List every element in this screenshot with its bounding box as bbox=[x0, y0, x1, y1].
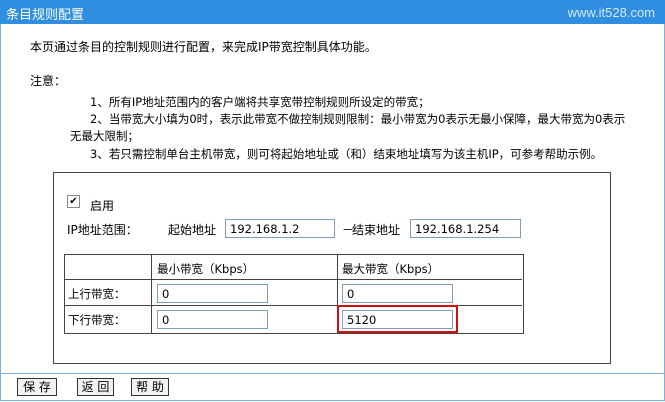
notice-item-1: 1、所有IP地址范围内的客户端将共享宽带控制规则所设定的带宽； bbox=[90, 95, 430, 109]
back-button[interactable]: 返 回 bbox=[77, 378, 114, 396]
header-max-bandwidth: 最大带宽（Kbps） bbox=[342, 262, 440, 276]
ip-range-label: IP地址范围： bbox=[67, 223, 138, 237]
highlight-box bbox=[337, 305, 458, 333]
header-min-bandwidth: 最小带宽（Kbps） bbox=[157, 262, 255, 276]
intro-text: 本页通过条目的控制规则进行配置，来完成IP带宽控制具体功能。 bbox=[30, 40, 377, 54]
title-bar: 条目规则配置 www.it528.com bbox=[0, 0, 665, 24]
upstream-label: 上行带宽： bbox=[68, 287, 126, 301]
notice-item-2: 2、当带宽大小填为0时，表示此带宽不做控制规则限制：最小带宽为0表示无最小保障，… bbox=[90, 112, 626, 126]
watermark: www.it528.com bbox=[567, 5, 655, 20]
downstream-label: 下行带宽： bbox=[68, 313, 126, 327]
downstream-min-input[interactable] bbox=[157, 310, 268, 329]
notice-item-2-continued: 无最大限制； bbox=[70, 129, 139, 143]
help-button[interactable]: 帮 助 bbox=[131, 378, 169, 396]
table-divider bbox=[64, 279, 522, 280]
table-divider bbox=[151, 254, 152, 333]
start-address-label: 起始地址 bbox=[168, 223, 217, 237]
upstream-max-input[interactable] bbox=[342, 284, 453, 303]
notice-item-3: 3、若只需控制单台主机带宽，则可将起始地址或（和）结束地址填写为该主机IP，可参… bbox=[90, 147, 603, 161]
end-address-label: 结束地址 bbox=[352, 223, 401, 237]
save-button[interactable]: 保 存 bbox=[17, 378, 57, 396]
end-address-input[interactable] bbox=[410, 219, 521, 238]
page-title: 条目规则配置 bbox=[6, 8, 85, 23]
notice-label: 注意： bbox=[30, 74, 67, 88]
upstream-min-input[interactable] bbox=[157, 284, 268, 303]
enable-label: 启用 bbox=[90, 199, 115, 213]
enable-checkbox[interactable]: ✔ bbox=[67, 195, 80, 208]
start-address-input[interactable] bbox=[225, 219, 335, 238]
